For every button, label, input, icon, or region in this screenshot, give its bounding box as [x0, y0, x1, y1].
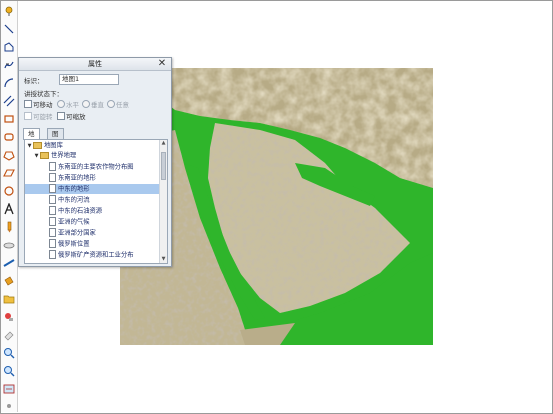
collapse-icon[interactable]: ▼ [33, 151, 40, 161]
rotatable-label: 可旋转 [33, 113, 53, 121]
document-icon [49, 239, 56, 248]
document-icon [49, 250, 56, 259]
tree-item[interactable]: 亚洲部分国家 [25, 228, 159, 238]
map-library-tree: ▼ 地图库 ▼ 世界地理 东南亚的主要农作物分布图 东南亚的地形 中东的地形 中东的… [24, 139, 168, 264]
stamp-icon[interactable] [2, 310, 16, 324]
tree-item-label: 中东的石油资源 [58, 207, 103, 215]
paint-bucket-icon[interactable] [2, 274, 16, 288]
document-icon [49, 184, 56, 193]
freehand-icon[interactable] [2, 58, 16, 72]
tree-group-label: 世界地理 [51, 152, 77, 159]
tree-item[interactable]: 俄罗斯矿产资源和工业分布 [25, 250, 159, 260]
horizontal-radio[interactable] [57, 100, 65, 108]
tab-layers[interactable]: 图层 [47, 128, 64, 148]
any-direction-label: 任意 [116, 101, 129, 109]
panel-title[interactable]: 属性 [19, 58, 171, 71]
scroll-down-icon[interactable]: ▼ [160, 256, 167, 263]
tree-root[interactable]: ▼ 地图库 [26, 141, 63, 151]
document-icon [49, 217, 56, 226]
scroll-up-icon[interactable]: ▲ [160, 140, 167, 147]
pencil-icon[interactable] [2, 220, 16, 234]
id-input[interactable]: 地图1 [59, 74, 119, 85]
polyline-icon[interactable] [2, 40, 16, 54]
tree-item[interactable]: 俄罗斯位置 [25, 239, 159, 249]
ruler-icon[interactable] [2, 238, 16, 252]
pin-icon[interactable] [2, 4, 16, 18]
rounded-rect-icon[interactable] [2, 130, 16, 144]
circle-icon[interactable] [2, 184, 16, 198]
folder-icon [40, 151, 49, 159]
zoom-out-icon[interactable] [2, 364, 16, 378]
document-icon [49, 195, 56, 204]
id-label: 标识： [24, 77, 44, 85]
line-icon[interactable] [2, 22, 16, 36]
vertical-label: 垂直 [91, 101, 104, 109]
tree-item-label: 东南亚的地形 [58, 174, 96, 182]
tree-item-label: 东南亚的主要农作物分布图 [58, 163, 134, 171]
folder-icon[interactable] [2, 292, 16, 306]
document-icon [49, 228, 56, 237]
tree-item-label: 俄罗斯矿产资源和工业分布 [58, 251, 134, 259]
tree-item[interactable]: 亚洲的气候 [25, 217, 159, 227]
tree-item-selected[interactable]: 中东的地形 [25, 184, 159, 194]
vertical-radio[interactable] [82, 100, 90, 108]
tree-root-label: 地图库 [44, 142, 63, 149]
polygon-icon[interactable] [2, 148, 16, 162]
rotatable-checkbox[interactable] [24, 112, 32, 120]
parallelogram-icon[interactable] [2, 166, 16, 180]
more-icon[interactable] [2, 399, 16, 413]
tree-group[interactable]: ▼ 世界地理 [33, 151, 76, 161]
tree-item[interactable]: 中东的石油资源 [25, 206, 159, 216]
document-icon [49, 162, 56, 171]
tree-item[interactable]: 东南亚的地形 [25, 173, 159, 183]
movable-label: 可移动 [33, 101, 53, 109]
tree-item-label: 俄罗斯位置 [58, 240, 90, 248]
line-style-icon[interactable] [2, 256, 16, 270]
map-icon[interactable] [2, 382, 16, 396]
tree-item[interactable]: 中东的河流 [25, 195, 159, 205]
tree-item[interactable]: 东南亚的主要农作物分布图 [25, 162, 159, 172]
state-label: 讲授状态下： [24, 90, 63, 98]
double-line-icon[interactable] [2, 94, 16, 108]
folder-icon [33, 141, 42, 149]
document-icon [49, 173, 56, 182]
text-icon[interactable] [2, 202, 16, 216]
arc-icon[interactable] [2, 76, 16, 90]
tree-item-label: 亚洲部分国家 [58, 229, 96, 237]
tree-item-label: 亚洲的气候 [58, 218, 90, 226]
any-direction-radio[interactable] [107, 100, 115, 108]
eraser-icon[interactable] [2, 328, 16, 342]
tree-scrollbar[interactable]: ▲ ▼ [159, 140, 167, 263]
tree-item-label: 中东的地形 [58, 185, 90, 193]
scalable-checkbox[interactable] [57, 112, 65, 120]
scroll-thumb[interactable] [161, 152, 166, 180]
collapse-icon[interactable]: ▼ [26, 141, 33, 151]
rectangle-icon[interactable] [2, 112, 16, 126]
scalable-label: 可缩放 [66, 113, 86, 121]
tree-item-label: 中东的河流 [58, 196, 90, 204]
horizontal-label: 水平 [66, 101, 79, 109]
zoom-in-icon[interactable] [2, 346, 16, 360]
drawing-toolbar [1, 1, 18, 412]
document-icon [49, 206, 56, 215]
properties-panel: 属性 ✕ 标识： 地图1 讲授状态下： 可移动 水平 垂直 任意 可旋转 可缩放… [18, 57, 172, 267]
close-icon[interactable]: ✕ [156, 58, 168, 70]
movable-checkbox[interactable] [24, 100, 32, 108]
